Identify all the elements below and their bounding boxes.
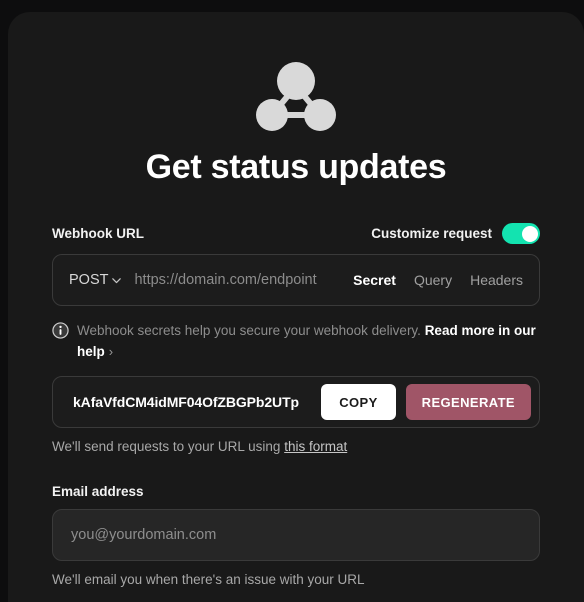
customize-request-control[interactable]: Customize request [371, 223, 540, 244]
secret-info-text: Webhook secrets help you secure your web… [77, 320, 540, 362]
status-updates-card: Get status updates Webhook URL Customize… [8, 12, 584, 602]
logo-container [8, 60, 584, 132]
chevron-down-icon [112, 277, 122, 283]
this-format-link[interactable]: this format [284, 439, 347, 454]
request-format-helper: We'll send requests to your URL using th… [52, 439, 540, 454]
http-method-value: POST [69, 272, 109, 288]
webhook-url-label: Webhook URL [52, 226, 144, 241]
email-address-label: Email address [52, 484, 144, 499]
webhook-config-tabs: Secret Query Headers [353, 272, 523, 288]
toggle-knob [521, 225, 538, 242]
info-icon [52, 322, 69, 339]
webhook-url-bar: POST Secret Query Headers [52, 254, 540, 306]
webhook-triad-icon [256, 62, 336, 131]
webhook-secret-value[interactable]: kAfaVfdCM4idMF04OfZBGPb2UTp [73, 394, 311, 410]
email-address-block: Email address We'll email you when there… [52, 484, 540, 587]
tab-query[interactable]: Query [414, 272, 452, 288]
status-updates-page: Get status updates Webhook URL Customize… [0, 0, 584, 602]
customize-request-label: Customize request [371, 226, 492, 241]
secret-info-note: Webhook secrets help you secure your web… [52, 320, 540, 362]
customize-request-toggle[interactable] [502, 223, 540, 244]
form-content: Webhook URL Customize request POST https… [8, 223, 584, 587]
request-format-text: We'll send requests to your URL using [52, 439, 285, 454]
secret-info-sentence: Webhook secrets help you secure your web… [77, 323, 425, 338]
email-address-input[interactable] [52, 509, 540, 561]
http-method-dropdown[interactable]: POST [69, 272, 122, 288]
tab-secret[interactable]: Secret [353, 272, 396, 288]
email-helper-text: We'll email you when there's an issue wi… [52, 572, 365, 587]
webhook-url-input[interactable] [122, 272, 354, 288]
chevron-right-icon: › [108, 344, 114, 359]
tab-headers[interactable]: Headers [470, 272, 523, 288]
page-title: Get status updates [145, 148, 447, 186]
regenerate-secret-button[interactable]: REGENERATE [405, 384, 531, 420]
copy-secret-button[interactable]: COPY [321, 384, 396, 420]
webhook-secret-bar: kAfaVfdCM4idMF04OfZBGPb2UTp COPY REGENER… [52, 376, 540, 428]
webhook-url-header: Webhook URL Customize request [52, 223, 540, 244]
